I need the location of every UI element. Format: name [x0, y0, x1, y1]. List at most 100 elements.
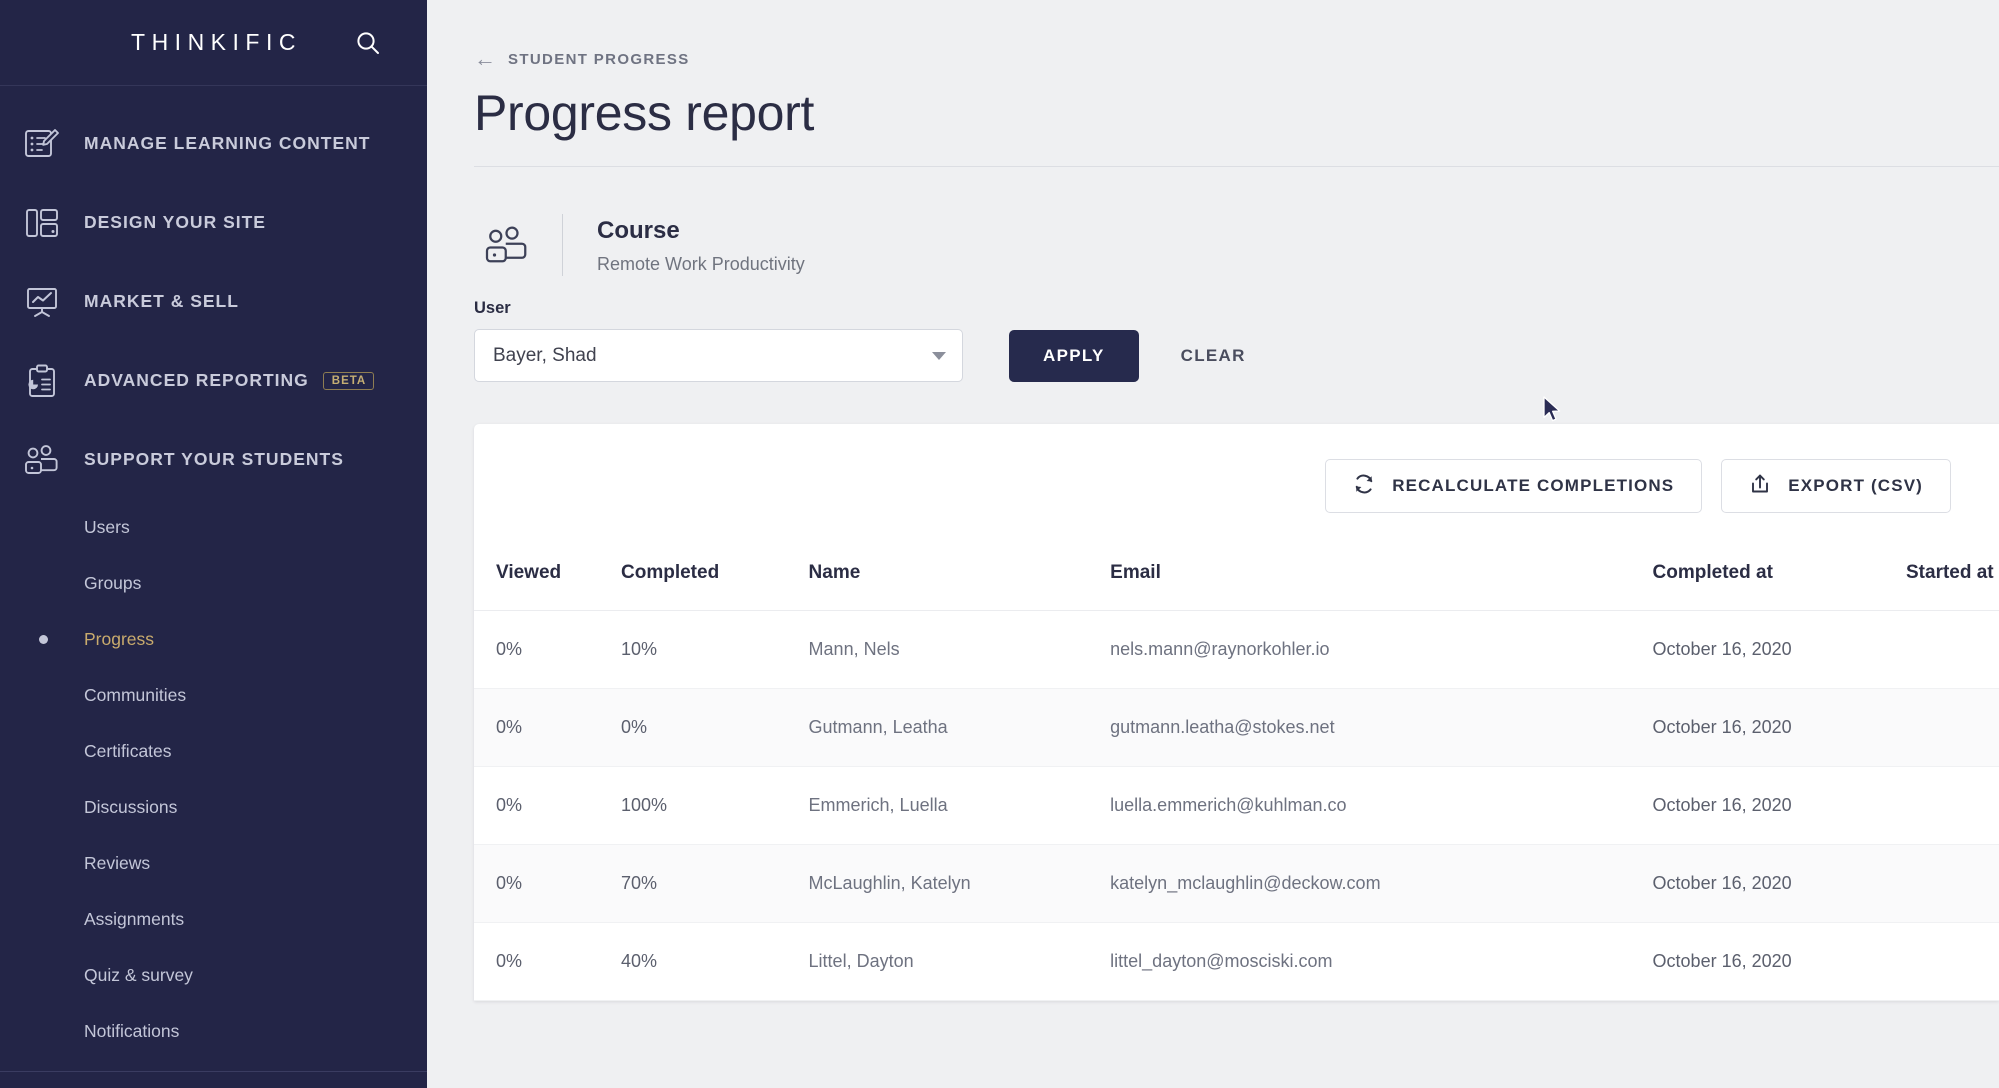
breadcrumb[interactable]: ← STUDENT PROGRESS — [474, 48, 1999, 70]
refresh-icon — [1353, 473, 1375, 500]
sidebar: THINKIFIC MANAGE LEARNING CONTENT DESIGN… — [0, 0, 427, 1088]
sidebar-item-label: MANAGE LEARNING CONTENT — [84, 133, 371, 153]
sidebar-item-market-and-sell[interactable]: MARKET & SELL — [0, 262, 427, 341]
sidebar-item-notifications[interactable]: Notifications — [0, 1003, 427, 1059]
table-header-row: Viewed Completed Name Email Completed at… — [474, 548, 1999, 611]
course-divider — [562, 214, 563, 276]
sidebar-item-manage-learning-content[interactable]: MANAGE LEARNING CONTENT — [0, 104, 427, 183]
search-icon[interactable] — [355, 30, 381, 56]
sidebar-subitem-label: Discussions — [84, 796, 178, 817]
sidebar-subitem-label: Reviews — [84, 852, 151, 873]
user-field-label: User — [474, 299, 511, 317]
cell-started-at — [1906, 610, 1999, 689]
table-row[interactable]: 0% 0% Gutmann, Leatha gutmann.leatha@sto… — [474, 688, 1999, 767]
sidebar-item-quiz-and-survey[interactable]: Quiz & survey — [0, 947, 427, 1003]
sidebar-item-advanced-reporting[interactable]: ADVANCED REPORTING BETA — [0, 341, 427, 420]
sidebar-subitem-label: Groups — [84, 572, 142, 593]
cell-name: McLaughlin, Katelyn — [808, 844, 1111, 923]
sidebar-item-reviews[interactable]: Reviews — [0, 835, 427, 891]
cell-completed: 70% — [621, 844, 809, 923]
sidebar-item-support-your-students[interactable]: SUPPORT YOUR STUDENTS — [0, 420, 427, 499]
sidebar-subitem-label: Assignments — [84, 908, 185, 929]
sidebar-subitem-label: Notifications — [84, 1020, 180, 1041]
course-summary: Course Remote Work Productivity — [427, 167, 1999, 287]
cell-viewed: 0% — [474, 610, 621, 689]
cell-completed: 40% — [621, 922, 809, 1001]
course-name: Remote Work Productivity — [597, 254, 805, 275]
sidebar-item-progress[interactable]: Progress — [0, 611, 427, 667]
column-header-started-at[interactable]: Started at — [1906, 548, 1999, 611]
main-content: ← STUDENT PROGRESS Progress report Cours… — [427, 0, 1999, 1088]
cell-completed: 0% — [621, 688, 809, 767]
apply-button[interactable]: APPLY — [1009, 330, 1139, 382]
cell-started-at — [1906, 766, 1999, 845]
table-row[interactable]: 0% 40% Littel, Dayton littel_dayton@mosc… — [474, 922, 1999, 1001]
recalculate-completions-label: RECALCULATE COMPLETIONS — [1392, 476, 1675, 495]
arrow-left-icon: ← — [474, 46, 496, 71]
cell-viewed: 0% — [474, 766, 621, 845]
people-icon — [474, 225, 540, 265]
presentation-chart-icon — [20, 282, 64, 322]
column-header-email[interactable]: Email — [1110, 548, 1653, 611]
cell-email: gutmann.leatha@stokes.net — [1110, 688, 1653, 767]
sidebar-item-groups[interactable]: Groups — [0, 555, 427, 611]
cell-email: nels.mann@raynorkohler.io — [1110, 610, 1653, 689]
column-header-completed-at[interactable]: Completed at — [1652, 548, 1906, 611]
export-csv-label: EXPORT (CSV) — [1788, 476, 1923, 495]
cell-viewed: 0% — [474, 922, 621, 1001]
sidebar-item-design-your-site[interactable]: DESIGN YOUR SITE — [0, 183, 427, 262]
cell-viewed: 0% — [474, 688, 621, 767]
cell-started-at — [1906, 844, 1999, 923]
table-header: Viewed Completed Name Email Completed at… — [474, 548, 1999, 611]
layout-panels-icon — [20, 203, 64, 243]
app-root: THINKIFIC MANAGE LEARNING CONTENT DESIGN… — [0, 0, 1999, 1088]
column-header-completed[interactable]: Completed — [621, 548, 809, 611]
cell-completed: 10% — [621, 610, 809, 689]
sidebar-brand-bar: THINKIFIC — [0, 0, 427, 86]
table-toolbar: RECALCULATE COMPLETIONS EXPORT (CSV) — [474, 424, 1999, 548]
sidebar-item-label: SUPPORT YOUR STUDENTS — [84, 449, 344, 469]
progress-table-card: RECALCULATE COMPLETIONS EXPORT (CSV) Vie… — [474, 424, 1999, 1001]
recalculate-completions-button[interactable]: RECALCULATE COMPLETIONS — [1325, 459, 1703, 513]
table-row[interactable]: 0% 10% Mann, Nels nels.mann@raynorkohler… — [474, 610, 1999, 689]
cell-completed-at: October 16, 2020 — [1652, 922, 1906, 1001]
clear-button[interactable]: CLEAR — [1167, 330, 1260, 382]
sidebar-nav: MANAGE LEARNING CONTENT DESIGN YOUR SITE — [0, 86, 427, 1059]
cell-name: Mann, Nels — [808, 610, 1111, 689]
sidebar-subitem-label: Quiz & survey — [84, 964, 193, 985]
cell-viewed: 0% — [474, 844, 621, 923]
table-row[interactable]: 0% 100% Emmerich, Luella luella.emmerich… — [474, 766, 1999, 845]
user-select-value: Bayer, Shad — [493, 344, 597, 366]
sidebar-item-certificates[interactable]: Certificates — [0, 723, 427, 779]
sidebar-item-assignments[interactable]: Assignments — [0, 891, 427, 947]
user-select[interactable]: Bayer, Shad — [474, 329, 963, 382]
chevron-down-icon — [932, 351, 946, 360]
column-header-name[interactable]: Name — [808, 548, 1111, 611]
sidebar-subitem-label: Communities — [84, 684, 187, 705]
column-header-viewed[interactable]: Viewed — [474, 548, 621, 611]
cell-email: katelyn_mclaughlin@deckow.com — [1110, 844, 1653, 923]
cell-started-at — [1906, 688, 1999, 767]
cell-completed: 100% — [621, 766, 809, 845]
people-icon — [20, 440, 64, 480]
sidebar-item-users[interactable]: Users — [0, 499, 427, 555]
page-header: ← STUDENT PROGRESS Progress report — [427, 0, 1999, 167]
cell-completed-at: October 16, 2020 — [1652, 766, 1906, 845]
sidebar-subitem-label: Users — [84, 516, 130, 537]
sidebar-subitem-label: Certificates — [84, 740, 172, 761]
table-row[interactable]: 0% 70% McLaughlin, Katelyn katelyn_mclau… — [474, 844, 1999, 923]
active-dot-icon — [22, 634, 64, 644]
breadcrumb-label: STUDENT PROGRESS — [508, 50, 690, 68]
export-csv-button[interactable]: EXPORT (CSV) — [1721, 459, 1951, 513]
cell-email: littel_dayton@mosciski.com — [1110, 922, 1653, 1001]
cell-name: Emmerich, Luella — [808, 766, 1111, 845]
sidebar-item-discussions[interactable]: Discussions — [0, 779, 427, 835]
edit-document-icon — [20, 124, 64, 164]
course-label: Course — [597, 216, 680, 244]
sidebar-item-label: ADVANCED REPORTING — [84, 370, 309, 390]
sidebar-subitem-label: Progress — [84, 628, 155, 649]
sidebar-item-label: MARKET & SELL — [84, 291, 239, 311]
cell-started-at — [1906, 922, 1999, 1001]
sidebar-item-communities[interactable]: Communities — [0, 667, 427, 723]
sidebar-item-label: DESIGN YOUR SITE — [84, 212, 266, 232]
